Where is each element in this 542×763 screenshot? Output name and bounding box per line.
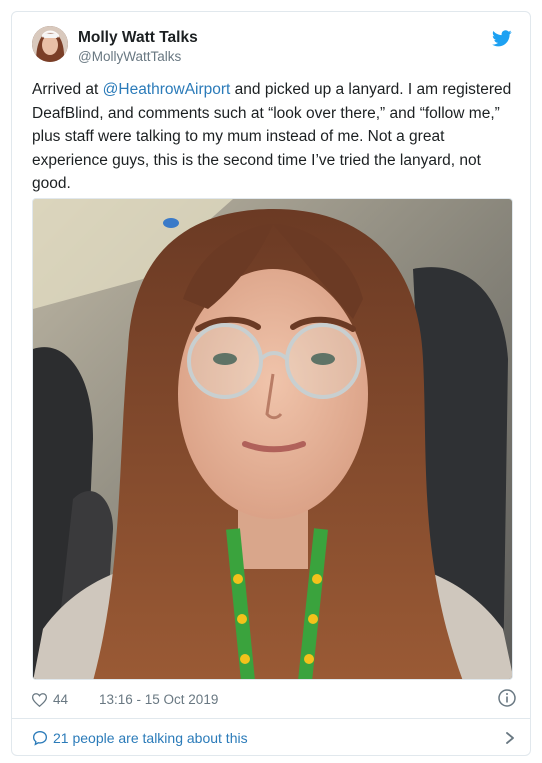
tweet-text-start: Arrived at <box>32 81 103 98</box>
tweet-photo[interactable] <box>32 198 513 680</box>
talking-about-label: 21 people are talking about this <box>53 730 248 746</box>
tweet-text: Arrived at @HeathrowAirport and picked u… <box>32 78 516 196</box>
avatar[interactable] <box>32 26 68 62</box>
tweet-card: Molly Watt Talks @MollyWattTalks Arrived… <box>11 11 531 756</box>
display-name[interactable]: Molly Watt Talks <box>78 28 198 47</box>
mention-link[interactable]: @HeathrowAirport <box>103 81 231 98</box>
chevron-right-icon <box>506 732 514 744</box>
user-handle[interactable]: @MollyWattTalks <box>78 48 198 66</box>
selfie-photo <box>33 199 512 679</box>
like-button[interactable]: 44 <box>32 692 68 707</box>
tweet-timestamp[interactable]: 13:16 - 15 Oct 2019 <box>99 692 218 707</box>
tweet-header: Molly Watt Talks @MollyWattTalks <box>32 26 512 70</box>
info-icon[interactable] <box>498 689 516 707</box>
tweet-meta: 44 13:16 - 15 Oct 2019 <box>32 689 516 713</box>
like-count: 44 <box>53 692 69 707</box>
heart-icon <box>32 692 47 707</box>
twitter-bird-icon[interactable] <box>492 30 512 47</box>
author-names[interactable]: Molly Watt Talks @MollyWattTalks <box>78 28 198 66</box>
speech-bubble-icon <box>32 730 48 746</box>
conversation-link[interactable]: 21 people are talking about this <box>32 728 516 750</box>
divider <box>12 718 530 719</box>
